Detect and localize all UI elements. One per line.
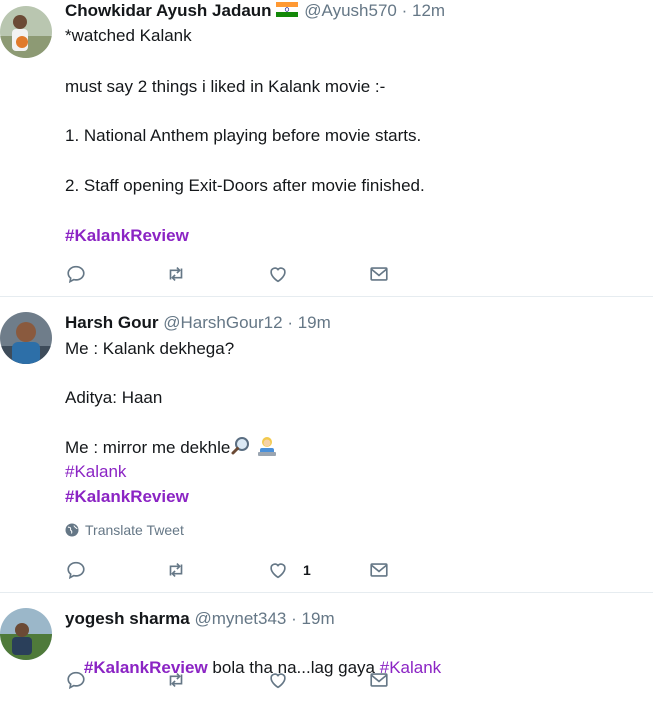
reply-button[interactable] [65, 668, 87, 692]
tweet-text-line: Aditya: Haan [65, 388, 163, 407]
tweet-header: Chowkidar Ayush Jadaun @Ayush570 · 12m [65, 0, 641, 22]
avatar[interactable] [0, 312, 52, 364]
author-name[interactable]: yogesh sharma [65, 609, 190, 628]
author-name[interactable]: Harsh Gour [65, 313, 159, 332]
tweet-text-line: Me : Kalank dekhega? [65, 339, 235, 358]
retweet-icon [169, 672, 183, 688]
tweet-header: yogesh sharma @mynet343 · 19m [65, 608, 641, 630]
magnifying-glass-icon [230, 435, 252, 457]
tweet-actions [65, 262, 395, 286]
hashtag-link[interactable]: #KalankReview [65, 484, 189, 509]
retweet-button[interactable] [165, 668, 187, 692]
direct-message-button[interactable] [368, 558, 390, 582]
author-name[interactable]: Chowkidar Ayush Jadaun [65, 1, 272, 20]
like-button[interactable]: 1 [267, 558, 311, 582]
tweet-text-line: 2. Staff opening Exit-Doors after movie … [65, 176, 425, 195]
reply-button[interactable] [65, 558, 87, 582]
tweet-actions [65, 668, 395, 692]
heart-icon [270, 267, 286, 283]
timestamp[interactable]: 19m [298, 313, 331, 332]
like-button[interactable] [267, 262, 289, 286]
reply-button[interactable] [65, 262, 87, 286]
tweet-text-line: Me : mirror me dekhle [65, 438, 231, 457]
reply-icon [67, 561, 85, 580]
india-flag-icon [275, 1, 298, 17]
translate-label: Translate Tweet [85, 522, 184, 538]
woman-technologist-icon [256, 435, 278, 457]
reply-icon [67, 671, 85, 690]
heart-icon [270, 673, 286, 689]
author-handle[interactable]: @Ayush570 [304, 1, 397, 20]
tweet-2[interactable]: Harsh Gour @HarshGour12 · 19m Me : Kalan… [0, 297, 653, 592]
separator: · [291, 609, 297, 628]
author-handle[interactable]: @HarshGour12 [163, 313, 282, 332]
globe-icon [65, 523, 79, 537]
hashtag-link[interactable]: #Kalank [65, 459, 126, 484]
tweet-text-line: 1. National Anthem playing before movie … [65, 126, 422, 145]
heart-icon [270, 563, 286, 579]
timestamp[interactable]: 12m [412, 1, 445, 20]
direct-message-button[interactable] [368, 262, 390, 286]
separator: · [401, 1, 408, 20]
retweet-button[interactable] [165, 558, 187, 582]
envelope-icon [370, 267, 388, 281]
separator: · [287, 313, 293, 332]
avatar[interactable] [0, 6, 52, 58]
envelope-icon [370, 673, 388, 687]
tweet-1[interactable]: Chowkidar Ayush Jadaun @Ayush570 · 12m *… [0, 0, 653, 296]
translate-tweet-link[interactable]: Translate Tweet [65, 522, 184, 538]
like-button[interactable] [267, 668, 289, 692]
reply-icon [67, 265, 85, 284]
tweet-text-line: must say 2 things i liked in Kalank movi… [65, 77, 386, 96]
retweet-icon [169, 562, 183, 578]
envelope-icon [370, 563, 388, 577]
retweet-icon [169, 266, 183, 282]
retweet-button[interactable] [165, 262, 187, 286]
direct-message-button[interactable] [368, 668, 390, 692]
author-handle[interactable]: @mynet343 [194, 609, 286, 628]
tweet-actions: 1 [65, 558, 395, 582]
tweet-text-line: *watched Kalank [65, 26, 192, 45]
tweet-3[interactable]: yogesh sharma @mynet343 · 19m #KalankRev… [0, 593, 653, 690]
timestamp[interactable]: 19m [302, 609, 335, 628]
like-count: 1 [303, 562, 311, 578]
tweet-header: Harsh Gour @HarshGour12 · 19m [65, 312, 641, 334]
hashtag-link[interactable]: #KalankReview [65, 223, 189, 248]
avatar[interactable] [0, 608, 52, 660]
